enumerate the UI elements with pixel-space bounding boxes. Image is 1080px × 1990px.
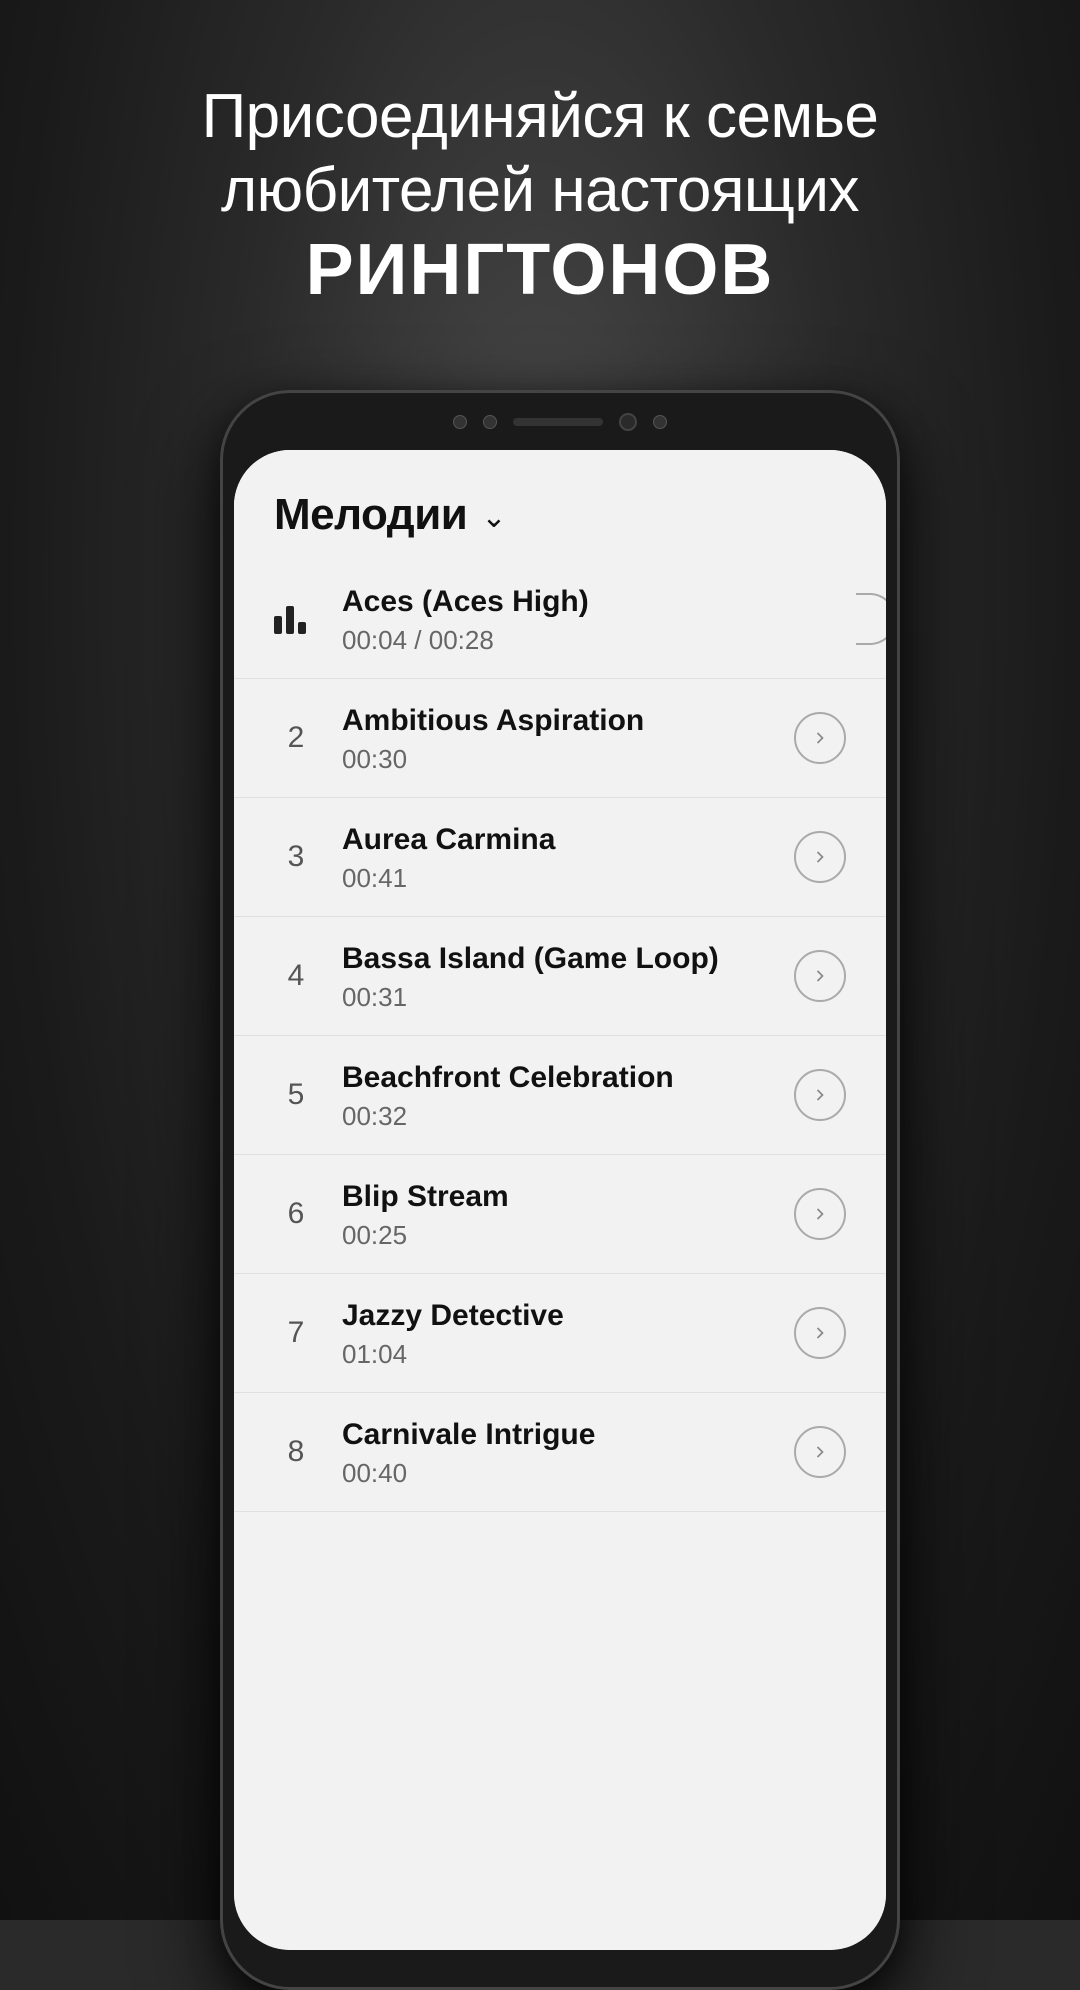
speaker-bar — [513, 418, 603, 426]
track-info: Aces (Aces High) 00:04 / 00:28 — [318, 582, 786, 656]
playing-icon — [274, 604, 318, 634]
track-info: Ambitious Aspiration 00:30 — [318, 701, 786, 775]
track-item[interactable]: 7 Jazzy Detective 01:04 — [234, 1274, 886, 1393]
track-item[interactable]: 8 Carnivale Intrigue 00:40 — [234, 1393, 886, 1512]
track-duration: 00:32 — [342, 1101, 786, 1132]
track-item[interactable]: 2 Ambitious Aspiration 00:30 — [234, 679, 886, 798]
track-action[interactable] — [786, 712, 846, 764]
track-name: Beachfront Celebration — [342, 1058, 786, 1097]
track-info: Beachfront Celebration 00:32 — [318, 1058, 786, 1132]
track-info: Aurea Carmina 00:41 — [318, 820, 786, 894]
app-content: Мелодии ⌄ Aces (Aces High) — [234, 450, 886, 1950]
bar1 — [274, 616, 282, 634]
track-action[interactable] — [786, 950, 846, 1002]
play-button[interactable] — [794, 712, 846, 764]
track-number: 4 — [274, 959, 318, 993]
bar2 — [286, 606, 294, 634]
track-info: Blip Stream 00:25 — [318, 1177, 786, 1251]
promo-line1: Присоединяйся к семье любителей настоящи… — [60, 80, 1020, 229]
phone-outer: Мелодии ⌄ Aces (Aces High) — [220, 390, 900, 1990]
track-action[interactable] — [786, 1069, 846, 1121]
track-number: 6 — [274, 1197, 318, 1231]
track-info: Bassa Island (Game Loop) 00:31 — [318, 939, 786, 1013]
track-name: Blip Stream — [342, 1177, 786, 1216]
promo-section: Присоединяйся к семье любителей настоящи… — [0, 80, 1080, 311]
track-number: 8 — [274, 1435, 318, 1469]
track-duration: 00:41 — [342, 863, 786, 894]
track-item[interactable]: 4 Bassa Island (Game Loop) 00:31 — [234, 917, 886, 1036]
track-info: Jazzy Detective 01:04 — [318, 1296, 786, 1370]
track-name: Bassa Island (Game Loop) — [342, 939, 786, 978]
app-title: Мелодии — [274, 490, 467, 540]
front-camera — [619, 413, 637, 431]
play-button[interactable] — [794, 1426, 846, 1478]
track-duration: 00:30 — [342, 744, 786, 775]
promo-bold: РИНГТОНОВ — [60, 229, 1020, 311]
play-button[interactable] — [794, 831, 846, 883]
track-list: Aces (Aces High) 00:04 / 00:28 2 Ambitio… — [234, 560, 886, 1512]
track-action[interactable] — [786, 831, 846, 883]
track-duration: 00:04 / 00:28 — [342, 625, 786, 656]
track-name: Carnivale Intrigue — [342, 1415, 786, 1454]
bar3 — [298, 622, 306, 634]
app-header: Мелодии ⌄ — [234, 450, 886, 560]
play-button[interactable] — [794, 950, 846, 1002]
phone-mockup: Мелодии ⌄ Aces (Aces High) — [220, 390, 900, 1990]
track-name: Jazzy Detective — [342, 1296, 786, 1335]
play-button[interactable] — [794, 1307, 846, 1359]
track-number: 7 — [274, 1316, 318, 1350]
track-action[interactable] — [786, 1307, 846, 1359]
play-button[interactable] — [794, 1069, 846, 1121]
track-action[interactable] — [786, 1188, 846, 1240]
header-title-row[interactable]: Мелодии ⌄ — [274, 490, 846, 540]
chevron-down-icon[interactable]: ⌄ — [481, 500, 506, 535]
track-duration: 01:04 — [342, 1339, 786, 1370]
track-name: Aces (Aces High) — [342, 582, 786, 621]
phone-screen: Мелодии ⌄ Aces (Aces High) — [234, 450, 886, 1950]
track-duration: 00:40 — [342, 1458, 786, 1489]
track-item[interactable]: 5 Beachfront Celebration 00:32 — [234, 1036, 886, 1155]
track-number: 5 — [274, 1078, 318, 1112]
track-number: 2 — [274, 721, 318, 755]
track-name: Ambitious Aspiration — [342, 701, 786, 740]
camera-dot-main — [483, 415, 497, 429]
camera-dot-left — [453, 415, 467, 429]
track-item[interactable]: 6 Blip Stream 00:25 — [234, 1155, 886, 1274]
track-action[interactable] — [786, 1426, 846, 1478]
camera-dot-right — [653, 415, 667, 429]
play-button[interactable] — [794, 1188, 846, 1240]
track-info: Carnivale Intrigue 00:40 — [318, 1415, 786, 1489]
track-duration: 00:31 — [342, 982, 786, 1013]
partial-action-button[interactable] — [856, 593, 886, 645]
track-duration: 00:25 — [342, 1220, 786, 1251]
track-item[interactable]: Aces (Aces High) 00:04 / 00:28 — [234, 560, 886, 679]
track-number: 3 — [274, 840, 318, 874]
track-name: Aurea Carmina — [342, 820, 786, 859]
phone-notch — [380, 408, 740, 436]
track-item[interactable]: 3 Aurea Carmina 00:41 — [234, 798, 886, 917]
